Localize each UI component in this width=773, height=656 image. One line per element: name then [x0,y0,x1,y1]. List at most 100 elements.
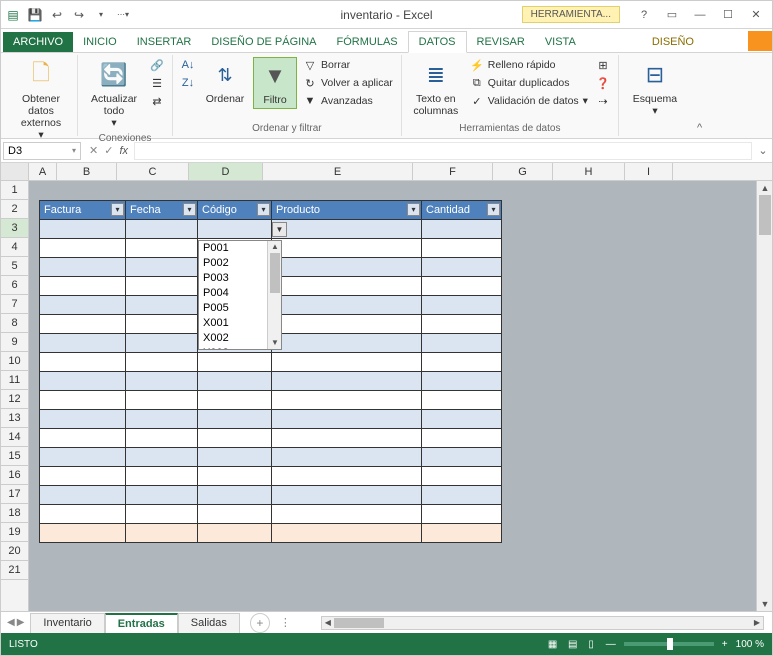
redo-icon[interactable]: ↪ [71,7,87,23]
filter-button-código[interactable]: ▾ [257,203,270,216]
table-cell[interactable] [272,486,422,505]
table-cell[interactable] [198,391,272,410]
table-cell[interactable] [126,334,198,353]
dropdown-item[interactable]: P005 [199,301,267,316]
row-header-13[interactable]: 13 [1,409,28,428]
save-icon[interactable]: 💾 [27,7,43,23]
page-layout-view-icon[interactable]: ▤ [564,639,581,650]
table-cell[interactable] [422,277,502,296]
close-icon[interactable]: ✕ [744,5,768,25]
table-cell[interactable] [272,334,422,353]
dropdown-item[interactable]: X003 [199,346,267,349]
scroll-left-icon[interactable]: ◀ [322,617,334,629]
table-cell[interactable] [422,391,502,410]
table-cell[interactable] [126,239,198,258]
row-header-19[interactable]: 19 [1,523,28,542]
row-header-8[interactable]: 8 [1,314,28,333]
table-cell[interactable] [198,372,272,391]
table-cell[interactable] [422,372,502,391]
table-cell[interactable] [422,505,502,524]
table-cell[interactable] [198,467,272,486]
row-header-10[interactable]: 10 [1,352,28,371]
sheet-tab-inventario[interactable]: Inventario [30,613,104,633]
table-cell[interactable] [40,524,126,543]
table-cell[interactable] [272,277,422,296]
table-cell[interactable] [272,524,422,543]
properties-button[interactable]: ☰ [148,75,166,91]
table-cell[interactable] [272,220,422,239]
table-cell[interactable] [40,258,126,277]
row-header-6[interactable]: 6 [1,276,28,295]
row-header-14[interactable]: 14 [1,428,28,447]
column-header-D[interactable]: D [189,163,263,180]
connections-button[interactable]: 🔗 [148,57,166,73]
scroll-down-icon[interactable]: ▼ [757,597,772,611]
row-header-3[interactable]: 3 [1,219,28,238]
table-cell[interactable] [272,391,422,410]
column-header-A[interactable]: A [29,163,57,180]
table-cell[interactable] [422,486,502,505]
table-cell[interactable] [422,334,502,353]
filter-button-fecha[interactable]: ▾ [183,203,196,216]
clear-filter-button[interactable]: ▽Borrar [301,57,395,73]
table-cell[interactable] [40,448,126,467]
tab-file[interactable]: ARCHIVO [3,32,73,52]
tab-diseno-contextual[interactable]: DISEÑO [642,32,704,52]
table-cell[interactable] [422,410,502,429]
select-all-cells[interactable] [1,163,29,180]
row-header-7[interactable]: 7 [1,295,28,314]
row-header-4[interactable]: 4 [1,238,28,257]
table-cell[interactable] [126,296,198,315]
zoom-in-button[interactable]: + [722,639,728,650]
row-header-2[interactable]: 2 [1,200,28,219]
data-validation-button[interactable]: ✓Validación de datos▾ [468,93,590,109]
tab-formulas[interactable]: FÓRMULAS [327,32,408,52]
column-header-E[interactable]: E [263,163,413,180]
filter-button-factura[interactable]: ▾ [111,203,124,216]
enter-formula-icon[interactable]: ✓ [104,144,113,157]
table-cell[interactable] [272,410,422,429]
table-cell[interactable] [40,410,126,429]
table-cell[interactable] [272,353,422,372]
expand-formula-bar-icon[interactable]: ⌄ [754,144,772,157]
table-cell[interactable] [126,486,198,505]
sheet-nav-prev-icon[interactable]: ◀ [7,617,15,628]
row-header-5[interactable]: 5 [1,257,28,276]
column-header-F[interactable]: F [413,163,493,180]
minimize-icon[interactable]: — [688,5,712,25]
table-cell[interactable] [126,391,198,410]
table-cell[interactable] [40,296,126,315]
remove-duplicates-button[interactable]: ⧉Quitar duplicados [468,75,590,91]
table-cell[interactable] [422,258,502,277]
tab-vista[interactable]: VISTA [535,32,586,52]
scroll-up-icon[interactable]: ▲ [268,241,282,253]
table-cell[interactable] [126,467,198,486]
table-cell[interactable] [40,239,126,258]
table-cell[interactable] [422,296,502,315]
table-cell[interactable] [40,353,126,372]
scroll-right-icon[interactable]: ▶ [751,617,763,629]
table-cell[interactable] [126,372,198,391]
table-cell[interactable] [422,353,502,372]
table-cell[interactable] [422,467,502,486]
new-sheet-button[interactable]: + [250,613,270,633]
table-cell[interactable] [126,410,198,429]
row-header-9[interactable]: 9 [1,333,28,352]
table-cell[interactable] [422,239,502,258]
what-if-button[interactable]: ❓ [594,75,612,91]
tab-insertar[interactable]: INSERTAR [127,32,202,52]
tab-datos[interactable]: DATOS [408,31,467,53]
row-header-12[interactable]: 12 [1,390,28,409]
table-cell[interactable] [198,524,272,543]
table-cell[interactable] [272,258,422,277]
sheet-tab-entradas[interactable]: Entradas [105,613,178,633]
scroll-thumb[interactable] [270,253,280,293]
zoom-slider[interactable] [624,642,714,646]
sheet-nav-next-icon[interactable]: ▶ [17,617,25,628]
table-cell[interactable] [272,467,422,486]
account-color-swatch[interactable] [748,31,772,51]
dropdown-item[interactable]: P004 [199,286,267,301]
cancel-formula-icon[interactable]: ✕ [89,144,98,157]
table-cell[interactable] [422,429,502,448]
scroll-thumb[interactable] [759,195,771,235]
